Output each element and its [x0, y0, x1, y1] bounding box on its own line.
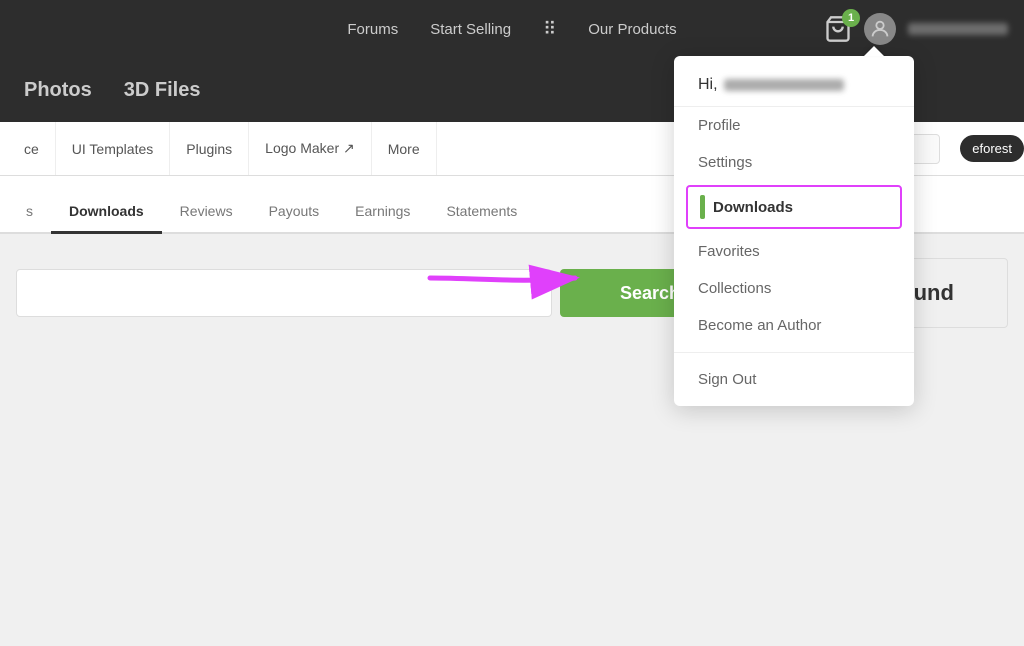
forums-link[interactable]: Forums [347, 21, 398, 38]
dropdown-header: Hi, [674, 56, 914, 107]
dropdown-favorites[interactable]: Favorites [674, 233, 914, 270]
dropdown-settings[interactable]: Settings [674, 144, 914, 181]
dropdown-divider [674, 352, 914, 353]
tab-downloads[interactable]: Downloads [51, 191, 162, 234]
tab-earnings[interactable]: Earnings [337, 191, 428, 234]
dropdown-profile[interactable]: Profile [674, 107, 914, 144]
start-selling-link[interactable]: Start Selling [430, 21, 511, 38]
nav-item-ui-templates[interactable]: UI Templates [56, 122, 170, 175]
tab-statements[interactable]: Statements [428, 191, 535, 234]
nav-item-more[interactable]: More [372, 122, 437, 175]
dropdown-downloads[interactable]: Downloads [686, 185, 902, 229]
dropdown-username [724, 79, 844, 91]
grid-icon: ⠿ [543, 19, 556, 40]
dropdown-collections[interactable]: Collections [674, 270, 914, 307]
nav-item-ce[interactable]: ce [8, 122, 56, 175]
our-products-link[interactable]: Our Products [588, 21, 676, 38]
top-nav-right: 1 [824, 0, 1024, 58]
dropdown-become-author[interactable]: Become an Author [674, 307, 914, 344]
tab-s[interactable]: s [8, 191, 51, 234]
3d-files-link[interactable]: 3D Files [124, 79, 201, 102]
envato-logo: eforest [960, 135, 1024, 162]
tab-payouts[interactable]: Payouts [251, 191, 338, 234]
dropdown-triangle [864, 46, 884, 56]
cart-icon-wrap[interactable]: 1 [824, 15, 852, 43]
tab-reviews[interactable]: Reviews [162, 191, 251, 234]
cart-badge: 1 [842, 9, 860, 27]
green-bar-icon [700, 195, 705, 219]
dropdown-greeting: Hi, [698, 76, 890, 94]
user-avatar[interactable] [864, 13, 896, 45]
search-input[interactable] [16, 269, 552, 317]
user-dropdown: Hi, Profile Settings Downloads Favorites… [674, 56, 914, 406]
hi-label: Hi, [698, 76, 718, 94]
dropdown-sign-out[interactable]: Sign Out [674, 361, 914, 398]
dropdown-downloads-label: Downloads [713, 199, 793, 216]
nav-item-plugins[interactable]: Plugins [170, 122, 249, 175]
photos-link[interactable]: Photos [24, 79, 92, 102]
username-display [908, 23, 1008, 35]
user-icon [869, 18, 891, 40]
nav-item-logo-maker[interactable]: Logo Maker ↗ [249, 122, 372, 175]
